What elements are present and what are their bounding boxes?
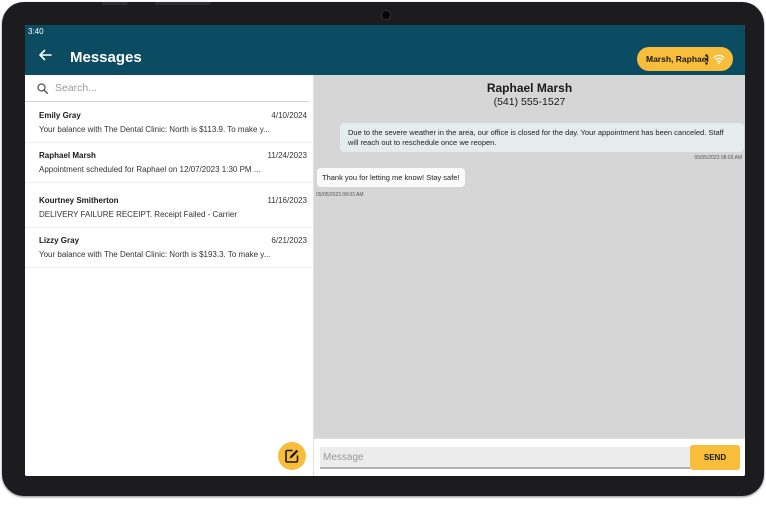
conversation-list-pane: Emily Gray 4/10/2024 Your balance with T… [25,75,314,476]
status-time: 3:40 [28,27,44,36]
conversation-name: Emily Gray [39,111,81,120]
back-arrow-icon[interactable] [38,48,52,62]
tablet-frame: 3:40 Messages Marsh, Raphael Search... E… [2,2,764,496]
search-input[interactable] [55,81,295,95]
wifi-icon [713,54,725,65]
conversation-date: 11/16/2023 [267,196,307,205]
message-bubble-outgoing: Thank you for letting me know! Stay safe… [317,168,465,187]
send-button[interactable]: SEND [690,445,740,470]
thread-contact-phone: (541) 555-1527 [493,96,566,108]
message-input[interactable] [320,447,690,469]
conversation-name: Kourtney Smitherton [39,196,119,205]
message-bubble-incoming: Due to the severe weather in the area, o… [340,123,744,152]
conversation-preview: Your balance with The Dental Clinic: Nor… [39,250,271,259]
camera [381,10,391,20]
conversation-item[interactable]: Lizzy Gray 6/21/2023 Your balance with T… [25,227,313,268]
message-timestamp: 05/05/2023 08:03 AM [694,155,742,161]
volume-button [102,2,128,5]
conversation-date: 4/10/2024 [271,111,307,120]
message-timestamp: 05/05/2023 08:03 AM [316,192,364,198]
conversation-name: Lizzy Gray [39,236,80,245]
page-title: Messages [70,49,142,66]
more-vertical-icon[interactable] [705,54,708,65]
power-button [155,2,211,5]
conversation-item[interactable]: Emily Gray 4/10/2024 Your balance with T… [25,102,313,143]
conversation-date: 11/24/2023 [267,151,307,160]
message-thread: Raphael Marsh (541) 555-1527 Due to the … [314,75,745,438]
compose-icon [285,449,299,463]
thread-contact-name: Raphael Marsh [486,81,573,95]
search-icon [37,83,48,94]
conversation-preview: DELIVERY FAILURE RECEIPT. Receipt Failed… [39,210,237,219]
conversation-item[interactable]: Raphael Marsh 11/24/2023 Appointment sch… [25,142,313,183]
conversation-item[interactable]: Kourtney Smitherton 11/16/2023 DELIVERY … [25,187,313,228]
message-composer: SEND [314,438,745,476]
contact-chip-label: Marsh, Raphael [646,54,709,64]
compose-button[interactable] [278,442,306,470]
screen: 3:40 Messages Marsh, Raphael Search... E… [25,25,745,476]
conversation-name: Raphael Marsh [39,151,96,160]
contact-chip[interactable]: Marsh, Raphael [637,47,733,71]
search-bar [25,75,309,102]
conversation-preview: Your balance with The Dental Clinic: Nor… [39,125,270,134]
conversation-date: 6/21/2023 [271,236,307,245]
app-bar: 3:40 Messages Marsh, Raphael [25,25,745,75]
conversation-preview: Appointment scheduled for Raphael on 12/… [39,165,261,174]
